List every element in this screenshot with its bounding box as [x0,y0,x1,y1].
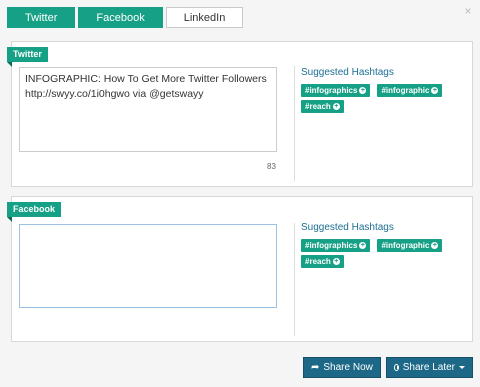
hashtag-label: #infographic [381,86,430,95]
hashtags-title: Suggested Hashtags [301,67,394,78]
hashtag-list: #infographics + #infographic + #reach + [301,239,451,268]
twitter-char-count: 83 [267,162,276,171]
network-tabs: Twitter Facebook LinkedIn [7,7,244,28]
hashtag-label: #reach [305,102,331,111]
plus-icon: + [431,242,439,249]
caret-down-icon [459,366,465,369]
hashtag-label: #infographics [305,86,358,95]
share-now-button[interactable]: ➦ Share Now [303,357,381,378]
close-icon[interactable]: × [463,5,473,17]
plus-icon: + [431,87,439,94]
share-icon: ➦ [311,362,320,373]
plus-icon: + [332,103,340,110]
hashtag-label: #infographic [381,241,430,250]
hashtag-list: #infographics + #infographic + #reach + [301,84,451,113]
hashtag-chip[interactable]: #infographic + [377,239,443,252]
twitter-hashtag-area: Suggested Hashtags #infographics + #infog… [301,67,451,113]
divider [294,66,295,181]
plus-icon: + [359,242,367,249]
share-later-label: Share Later [402,362,455,373]
facebook-message-input[interactable] [19,224,277,308]
clock-icon [394,364,399,371]
hashtag-chip[interactable]: #infographics + [301,239,371,252]
hashtag-chip[interactable]: #infographic + [377,84,443,97]
share-later-button[interactable]: Share Later [386,357,473,378]
hashtag-chip[interactable]: #infographics + [301,84,371,97]
hashtag-label: #reach [305,257,331,266]
plus-icon: + [359,87,367,94]
tab-twitter[interactable]: Twitter [7,7,76,28]
hashtag-label: #infographics [305,241,358,250]
hashtags-title: Suggested Hashtags [301,222,394,233]
facebook-hashtag-area: Suggested Hashtags #infographics + #infog… [301,222,451,268]
twitter-panel: Twitter INFOGRAPHIC: How To Get More Twi… [7,41,473,187]
facebook-ribbon: Facebook [7,202,62,222]
hashtag-chip[interactable]: #reach + [301,255,344,268]
tab-facebook[interactable]: Facebook [78,7,163,28]
divider [294,223,295,336]
tab-linkedin[interactable]: LinkedIn [165,7,244,28]
twitter-message-input[interactable]: INFOGRAPHIC: How To Get More Twitter Fol… [19,67,277,152]
twitter-ribbon: Twitter [7,47,48,67]
facebook-panel: Facebook Suggested Hashtags #infographic… [7,196,473,342]
plus-icon: + [332,258,340,265]
share-now-label: Share Now [323,362,373,373]
hashtag-chip[interactable]: #reach + [301,100,344,113]
